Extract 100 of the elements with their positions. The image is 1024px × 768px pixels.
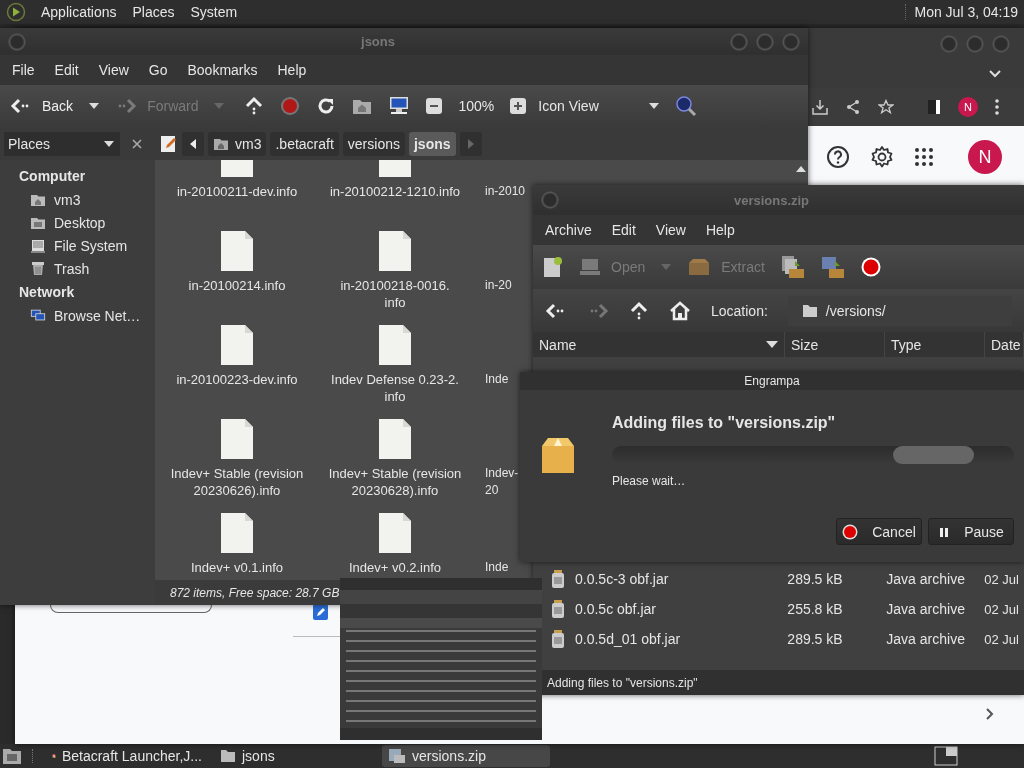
document-icon[interactable] [220,324,254,366]
menu-item[interactable]: View [90,62,137,78]
up-arrow-icon[interactable] [629,300,649,321]
menu-item[interactable]: File [4,62,43,78]
taskbar-button[interactable]: versions.zip [382,745,550,767]
file-name[interactable]: Indev+ v0.1.info [190,559,284,576]
profile-avatar[interactable]: N [958,97,978,117]
panel-menu[interactable]: System [189,4,239,20]
chevron-down-icon[interactable] [988,69,1002,79]
back-button[interactable]: Back [10,98,74,114]
home-folder-icon [30,192,46,207]
zoom-in-icon[interactable] [510,98,527,114]
add-folder-icon[interactable] [820,255,845,279]
window-preview-thumbnail[interactable] [340,578,542,740]
home-folder-icon[interactable] [352,97,373,115]
menu-item[interactable]: Edit [603,222,644,238]
help-icon[interactable] [826,145,850,169]
settings-icon[interactable] [870,145,894,169]
dialog-title: Engrampa [520,372,1024,390]
show-desktop-icon[interactable] [2,747,22,765]
file-name[interactable]: Inde [485,559,509,576]
account-avatar[interactable]: N [968,140,1002,174]
menu-item[interactable]: Edit [46,62,87,78]
path-button[interactable]: vm3 [208,131,267,156]
taskbar-button[interactable]: Betacraft Launcher,J... [46,745,208,767]
home-icon[interactable] [669,300,691,321]
panel-menu[interactable]: Places [131,4,176,20]
dropdown-arrow-icon[interactable] [89,103,100,109]
path-scroll-left-button[interactable] [182,131,204,156]
table-cell-text: Java archive [885,601,966,617]
side-panel-icon[interactable] [927,99,941,115]
close-icon[interactable] [132,138,142,149]
computer-icon [579,258,601,276]
apps-grid-icon[interactable] [914,147,934,167]
pause-icon [938,525,951,538]
sidebar-item[interactable]: Browse Net… [0,304,155,327]
edit-location-icon[interactable] [160,134,178,153]
file-name[interactable]: in-20100218-0016. info [340,277,450,311]
file-name[interactable]: Inde [485,371,509,388]
star-icon[interactable] [878,99,894,115]
menu-item[interactable]: Go [140,62,176,78]
pause-button[interactable]: Pause [928,518,1014,545]
document-icon[interactable] [378,324,412,366]
sidebar-item[interactable]: Desktop [0,211,155,234]
sidebar-item[interactable]: File System [0,234,155,257]
document-icon[interactable] [378,230,412,272]
menu-item[interactable]: Bookmarks [179,62,266,78]
document-icon[interactable] [220,230,254,272]
location-path: /versions/ [825,302,886,319]
sidebar-item[interactable]: vm3 [0,188,155,211]
file-name[interactable]: Indev+ Stable (revision 20230626).info [170,465,304,499]
file-name[interactable]: in-2010 [485,183,526,200]
table-cell-text: 02 Jul [983,601,1020,617]
table-cell[interactable]: 0.0.5d_01 obf.jar [543,630,783,648]
menu-item[interactable]: Help [269,62,315,78]
more-menu-icon[interactable] [995,99,999,115]
document-icon[interactable] [378,418,412,460]
path-button[interactable]: jsons [408,131,456,156]
menu-item[interactable]: Help [697,222,743,238]
path-button[interactable]: versions [342,131,405,156]
stop-icon[interactable] [860,257,881,277]
file-name[interactable]: in-20100223-dev.info [176,371,298,388]
path-button[interactable]: .betacraft [270,131,339,156]
new-document-icon[interactable] [543,256,563,278]
workspace-switcher-icon[interactable] [934,746,958,766]
file-name[interactable]: Indev- 20 [485,465,519,499]
share-icon[interactable] [845,99,861,115]
cancel-button[interactable]: Cancel [836,518,922,545]
up-arrow-icon[interactable] [244,96,265,116]
sidebar-heading: Network [18,283,76,302]
document-icon[interactable] [378,512,412,554]
document-icon[interactable] [220,418,254,460]
scroll-up-arrow-icon[interactable] [796,166,806,172]
dropdown-arrow-icon [104,140,114,147]
zoom-out-icon[interactable] [426,98,443,114]
file-name[interactable]: Indev+ v0.2.info [348,559,442,576]
clock[interactable]: Mon Jul 3, 04:19 [905,4,1018,20]
file-name[interactable]: in-20100214.info [188,277,286,294]
file-name[interactable]: Indev Defense 0.23-2. info [331,371,459,405]
download-icon[interactable] [812,99,828,115]
view-selector[interactable]: Icon View [538,98,659,114]
menu-item[interactable]: View [647,222,694,238]
table-cell-text: Java archive [885,571,966,587]
file-name[interactable]: in-20100212-1210.info [329,183,461,200]
file-name[interactable]: in-20100211-dev.info [176,183,298,200]
document-icon[interactable] [220,512,254,554]
search-icon[interactable] [674,95,697,117]
taskbar-button[interactable]: jsons [214,745,376,767]
computer-icon[interactable] [388,96,411,116]
play-logo-icon[interactable] [6,2,26,22]
sidebar-selector[interactable]: Places [4,131,120,156]
sidebar-item[interactable]: Trash [0,257,155,280]
panel-menu[interactable]: Applications [40,4,118,20]
add-files-icon[interactable] [780,255,805,279]
window-title: jsons [359,34,396,49]
location-field[interactable]: /versions/ [787,295,1012,326]
file-name[interactable]: Indev+ Stable (revision 20230628).info [328,465,462,499]
menu-item[interactable]: Archive [537,222,600,238]
file-name[interactable]: in-20 [485,277,512,294]
chevron-right-icon[interactable] [985,707,995,721]
